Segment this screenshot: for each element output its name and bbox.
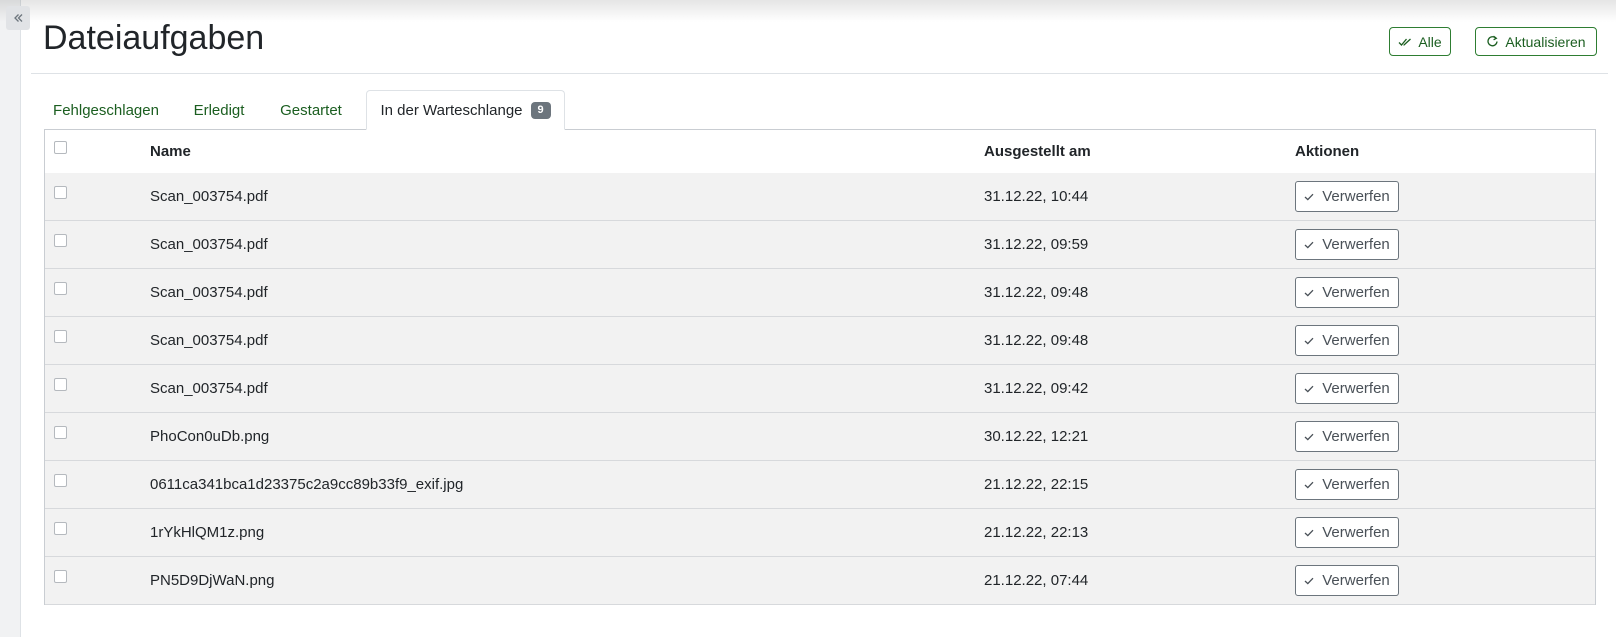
check-icon — [1304, 385, 1314, 393]
check-icon — [1304, 289, 1314, 297]
issued-date: 31.12.22, 09:48 — [984, 284, 1089, 301]
row-checkbox[interactable] — [54, 378, 67, 391]
check-icon — [1304, 529, 1314, 537]
file-name: Scan_003754.pdf — [150, 188, 268, 205]
issued-date: 31.12.22, 09:48 — [984, 332, 1089, 349]
table-row: Scan_003754.pdf 31.12.22, 09:59 Verwerfen — [45, 221, 1595, 269]
discard-button[interactable]: Verwerfen — [1295, 229, 1399, 260]
check-icon — [1304, 433, 1314, 441]
discard-label: Verwerfen — [1322, 524, 1390, 541]
double-check-icon — [1398, 37, 1412, 47]
discard-button[interactable]: Verwerfen — [1295, 181, 1399, 212]
file-name: 1rYkHlQM1z.png — [150, 524, 265, 541]
check-icon — [1304, 193, 1314, 201]
check-icon — [1304, 577, 1314, 585]
discard-label: Verwerfen — [1322, 284, 1390, 301]
discard-button[interactable]: Verwerfen — [1295, 421, 1399, 452]
discard-button[interactable]: Verwerfen — [1295, 277, 1399, 308]
select-all-button[interactable]: Alle — [1389, 27, 1451, 56]
file-name: Scan_003754.pdf — [150, 236, 268, 253]
tab-label: Fehlgeschlagen — [53, 101, 159, 119]
discard-button[interactable]: Verwerfen — [1295, 565, 1399, 596]
file-name: Scan_003754.pdf — [150, 332, 268, 349]
table-header: Name Ausgestellt am Aktionen — [45, 130, 1595, 174]
issued-date: 31.12.22, 10:44 — [984, 188, 1089, 205]
table-row: Scan_003754.pdf 31.12.22, 09:48 Verwerfen — [45, 269, 1595, 317]
tab-label: Gestartet — [280, 101, 342, 119]
discard-label: Verwerfen — [1322, 572, 1390, 589]
row-checkbox[interactable] — [54, 570, 67, 583]
discard-label: Verwerfen — [1322, 236, 1390, 253]
column-header-name: Name — [150, 143, 191, 160]
table-row: Scan_003754.pdf 31.12.22, 09:48 Verwerfen — [45, 317, 1595, 365]
table-row: PhoCon0uDb.png 30.12.22, 12:21 Verwerfen — [45, 413, 1595, 461]
row-checkbox[interactable] — [54, 426, 67, 439]
row-checkbox[interactable] — [54, 330, 67, 343]
row-checkbox[interactable] — [54, 234, 67, 247]
discard-button[interactable]: Verwerfen — [1295, 517, 1399, 548]
queued-count-badge: 9 — [530, 101, 551, 119]
tab-label: Erledigt — [193, 101, 245, 119]
select-all-checkbox[interactable] — [54, 141, 67, 154]
column-header-actions: Aktionen — [1295, 143, 1360, 160]
issued-date: 21.12.22, 22:15 — [984, 476, 1089, 493]
discard-label: Verwerfen — [1322, 428, 1390, 445]
table-row: 1rYkHlQM1z.png 21.12.22, 22:13 Verwerfen — [45, 509, 1595, 557]
discard-button[interactable]: Verwerfen — [1295, 325, 1399, 356]
table-row: Scan_003754.pdf 31.12.22, 09:42 Verwerfen — [45, 365, 1595, 413]
check-icon — [1304, 241, 1314, 249]
check-icon — [1304, 337, 1314, 345]
check-icon — [1304, 481, 1314, 489]
file-name: Scan_003754.pdf — [150, 284, 268, 301]
tab-failed[interactable]: Fehlgeschlagen — [44, 90, 168, 130]
refresh-button[interactable]: Aktualisieren — [1475, 27, 1597, 56]
row-checkbox[interactable] — [54, 522, 67, 535]
sidebar-collapse-button[interactable] — [6, 6, 30, 30]
discard-button[interactable]: Verwerfen — [1295, 373, 1399, 404]
file-name: PhoCon0uDb.png — [150, 428, 270, 445]
sidebar-rail — [0, 0, 21, 637]
tab-queued[interactable]: In der Warteschlange 9 — [366, 90, 565, 130]
discard-label: Verwerfen — [1322, 380, 1390, 397]
discard-button[interactable]: Verwerfen — [1295, 469, 1399, 500]
file-name: 0611ca341bca1d23375c2a9cc89b33f9_exif.jp… — [150, 476, 464, 493]
refresh-label: Aktualisieren — [1505, 33, 1586, 50]
discard-label: Verwerfen — [1322, 476, 1390, 493]
tab-started[interactable]: Gestartet — [266, 90, 356, 130]
select-all-label: Alle — [1418, 33, 1442, 50]
table-row: Scan_003754.pdf 31.12.22, 10:44 Verwerfen — [45, 173, 1595, 221]
issued-date: 30.12.22, 12:21 — [984, 428, 1089, 445]
header-divider — [31, 73, 1608, 74]
column-header-issued: Ausgestellt am — [984, 143, 1091, 160]
tab-label: In der Warteschlange — [380, 101, 523, 119]
page-title: Dateiaufgaben — [43, 19, 265, 57]
discard-label: Verwerfen — [1322, 188, 1390, 205]
refresh-icon — [1486, 35, 1499, 48]
row-checkbox[interactable] — [54, 186, 67, 199]
table-row: PN5D9DjWaN.png 21.12.22, 07:44 Verwerfen — [45, 557, 1595, 605]
file-name: Scan_003754.pdf — [150, 380, 268, 397]
row-checkbox[interactable] — [54, 282, 67, 295]
tab-done[interactable]: Erledigt — [180, 90, 258, 130]
table-row: 0611ca341bca1d23375c2a9cc89b33f9_exif.jp… — [45, 461, 1595, 509]
issued-date: 21.12.22, 22:13 — [984, 524, 1089, 541]
row-checkbox[interactable] — [54, 474, 67, 487]
issued-date: 21.12.22, 07:44 — [984, 572, 1089, 589]
double-chevron-left-icon — [12, 12, 24, 24]
issued-date: 31.12.22, 09:42 — [984, 380, 1089, 397]
file-name: PN5D9DjWaN.png — [150, 572, 275, 589]
issued-date: 31.12.22, 09:59 — [984, 236, 1089, 253]
tasks-table: Name Ausgestellt am Aktionen Scan_003754… — [44, 129, 1596, 605]
discard-label: Verwerfen — [1322, 332, 1390, 349]
